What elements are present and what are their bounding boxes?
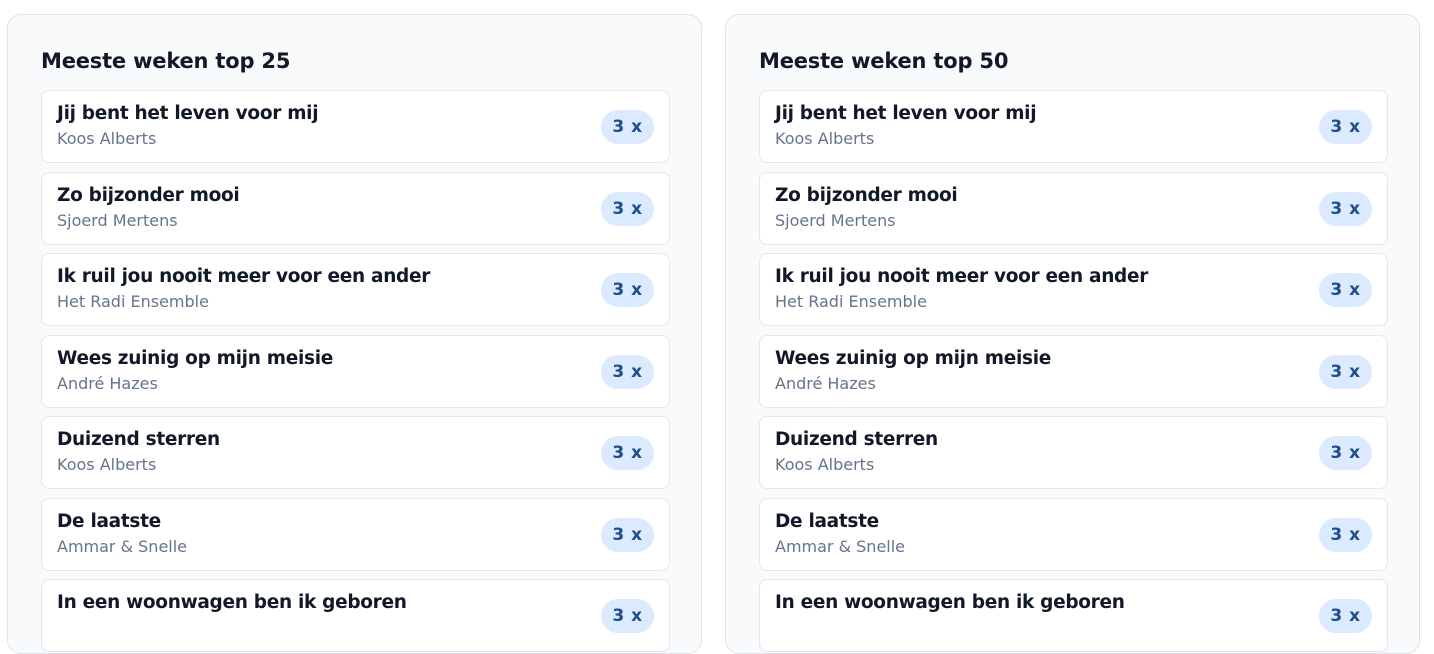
- weeks-count-badge: 3 x: [601, 436, 654, 470]
- song-title: De laatste: [775, 510, 879, 532]
- weeks-count-badge: 3 x: [1319, 436, 1372, 470]
- song-title: Jij bent het leven voor mij: [775, 103, 1037, 124]
- list-item[interactable]: Zo bijzonder mooi Sjoerd Mertens 3 x: [41, 171, 670, 245]
- artist-name: André Hazes: [57, 373, 158, 393]
- song-title: Zo bijzonder mooi: [57, 184, 240, 206]
- song-title: Ik ruil jou nooit meer voor een ander: [57, 266, 431, 287]
- song-list: Jij bent het leven voor mij Koos Alberts…: [759, 90, 1388, 653]
- song-list: Jij bent het leven voor mij Koos Alberts…: [41, 90, 670, 653]
- panel-top-25: Meeste weken top 25 Jij bent het leven v…: [7, 14, 702, 654]
- panel-title: Meeste weken top 50: [759, 49, 1009, 73]
- artist-name: André Hazes: [775, 373, 876, 393]
- artist-name: Ammar & Snelle: [57, 536, 188, 556]
- list-item[interactable]: Wees zuinig op mijn meisie André Hazes 3…: [41, 334, 670, 408]
- song-title: Wees zuinig op mijn meisie: [57, 347, 333, 369]
- artist-name: Koos Alberts: [775, 129, 875, 148]
- artist-name: Koos Alberts: [775, 455, 875, 474]
- list-item[interactable]: Duizend sterren Koos Alberts 3 x: [759, 416, 1388, 489]
- list-item[interactable]: De laatste Ammar & Snelle 3 x: [41, 497, 670, 571]
- weeks-count-badge: 3 x: [601, 273, 654, 307]
- weeks-count-badge: 3 x: [1319, 517, 1372, 552]
- song-title: In een woonwagen ben ik geboren: [57, 592, 407, 613]
- weeks-count-badge: 3 x: [601, 110, 654, 144]
- song-title: Duizend sterren: [775, 429, 938, 450]
- artist-name: Ammar & Snelle: [775, 536, 906, 556]
- list-item[interactable]: Jij bent het leven voor mij Koos Alberts…: [759, 90, 1388, 163]
- weeks-count-badge: 3 x: [1319, 110, 1372, 144]
- song-title: De laatste: [57, 510, 161, 532]
- weeks-count-badge: 3 x: [601, 517, 654, 552]
- weeks-count-badge: 3 x: [1319, 273, 1372, 307]
- list-item[interactable]: In een woonwagen ben ik geboren 3 x: [759, 579, 1388, 652]
- list-item[interactable]: Duizend sterren Koos Alberts 3 x: [41, 416, 670, 489]
- list-item[interactable]: Zo bijzonder mooi Sjoerd Mertens 3 x: [759, 171, 1388, 245]
- weeks-count-badge: 3 x: [601, 354, 654, 389]
- song-title: Ik ruil jou nooit meer voor een ander: [775, 266, 1149, 287]
- song-title: Wees zuinig op mijn meisie: [775, 347, 1051, 369]
- artist-name: Koos Alberts: [57, 455, 157, 474]
- list-item[interactable]: De laatste Ammar & Snelle 3 x: [759, 497, 1388, 571]
- weeks-count-badge: 3 x: [1319, 354, 1372, 389]
- weeks-count-badge: 3 x: [1319, 191, 1372, 226]
- song-title: Jij bent het leven voor mij: [57, 103, 319, 124]
- list-item[interactable]: Ik ruil jou nooit meer voor een ander He…: [41, 253, 670, 326]
- list-item[interactable]: In een woonwagen ben ik geboren 3 x: [41, 579, 670, 652]
- weeks-count-badge: 3 x: [601, 191, 654, 226]
- song-title: Zo bijzonder mooi: [775, 184, 958, 206]
- song-title: In een woonwagen ben ik geboren: [775, 592, 1125, 613]
- list-item[interactable]: Wees zuinig op mijn meisie André Hazes 3…: [759, 334, 1388, 408]
- artist-name: Sjoerd Mertens: [775, 210, 896, 230]
- panel-title: Meeste weken top 25: [41, 49, 291, 73]
- artist-name: Sjoerd Mertens: [57, 210, 178, 230]
- song-title: Duizend sterren: [57, 429, 220, 450]
- weeks-count-badge: 3 x: [1319, 599, 1372, 633]
- artist-name: Koos Alberts: [57, 129, 157, 148]
- list-item[interactable]: Jij bent het leven voor mij Koos Alberts…: [41, 90, 670, 163]
- panel-top-50: Meeste weken top 50 Jij bent het leven v…: [725, 14, 1420, 654]
- list-item[interactable]: Ik ruil jou nooit meer voor een ander He…: [759, 253, 1388, 326]
- artist-name: Het Radi Ensemble: [775, 292, 927, 311]
- artist-name: Het Radi Ensemble: [57, 292, 209, 311]
- weeks-count-badge: 3 x: [601, 599, 654, 633]
